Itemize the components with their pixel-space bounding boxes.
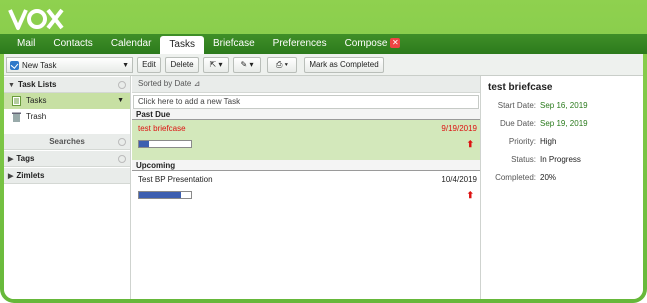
progress-bar [138,191,192,199]
main-nav: Mail Contacts Calendar Tasks Briefcase P… [0,34,647,54]
collapse-icon[interactable]: ▼ [8,82,15,89]
close-icon[interactable]: ✕ [390,38,401,49]
priority-value: High [540,137,557,146]
checkbox-icon [10,60,19,70]
tab-preferences[interactable]: Preferences [264,34,336,54]
detail-title: test briefcase [488,82,553,93]
new-task-label: New Task [22,60,57,70]
task-row-upcoming[interactable]: Test BP Presentation 10/4/2019 ⬆ [132,171,480,211]
tags-header[interactable]: ▶ Tags [4,150,130,167]
status-label: Status: [511,155,536,164]
new-task-button[interactable]: New Task ▼ [6,57,133,73]
task-lists-label: Task Lists [17,80,57,89]
gear-icon[interactable] [118,155,126,163]
expand-icon[interactable]: ▶ [8,156,13,163]
delete-button[interactable]: Delete [165,57,199,73]
zimlets-header[interactable]: ▶ Zimlets [4,167,130,184]
detail-start: Start Date: Sep 16, 2019 [488,97,637,115]
print-button[interactable]: ⎙ ▾ [267,57,297,73]
chevron-down-icon[interactable]: ▼ [122,62,129,69]
gear-icon[interactable] [118,138,126,146]
high-priority-icon: ⬆ [466,190,474,200]
task-list: Sorted by Date ⊿ Click here to add a new… [132,76,481,299]
sidebar-item-label: Trash [26,112,47,121]
zimlets-label: Zimlets [16,171,45,180]
detail-due: Due Date: Sep 19, 2019 [488,115,637,133]
task-name: Test BP Presentation [138,175,213,184]
move-button[interactable]: ⇱ ▾ [203,57,229,73]
chevron-down-icon: ▾ [284,60,288,69]
tags-label: Tags [16,154,35,163]
edit-button[interactable]: Edit [137,57,161,73]
tag-button[interactable]: ✎ ▾ [233,57,261,73]
add-task-input[interactable]: Click here to add a new Task [133,95,479,109]
chevron-down-icon: ▾ [249,60,254,69]
print-icon: ⎙ [275,60,283,69]
chevron-down-icon[interactable]: ▼ [117,93,124,109]
mark-completed-button[interactable]: Mark as Completed [304,57,384,73]
status-value: In Progress [540,155,581,164]
tab-mail[interactable]: Mail [8,34,44,54]
gear-icon[interactable] [118,81,126,89]
sort-ascending-icon: ⊿ [193,79,201,88]
detail-status: Status: In Progress [488,151,637,169]
tag-icon: ✎ [240,60,248,69]
sidebar-item-label: Tasks [26,96,47,105]
logo-mark [8,8,64,30]
sort-label: Sorted by Date [138,79,192,88]
vox-logo [8,3,64,35]
searches-header[interactable]: Searches [4,133,130,150]
detail-priority: Priority: High [488,133,637,151]
app-frame: Mail Contacts Calendar Tasks Briefcase P… [0,0,647,303]
sidebar-item-trash[interactable]: Trash [4,109,130,125]
tab-calendar[interactable]: Calendar [102,34,161,54]
due-date-label: Due Date: [499,119,536,128]
chevron-down-icon: ▾ [218,60,223,69]
high-priority-icon: ⬆ [466,139,474,149]
start-date-value[interactable]: Sep 16, 2019 [540,97,588,115]
task-date: 9/19/2019 [441,124,477,133]
task-detail-pane: test briefcase Start Date: Sep 16, 2019 D… [482,76,643,299]
progress-fill [139,192,181,198]
app-content: New Task ▼ Edit Delete ⇱ ▾ ✎ ▾ ⎙ ▾ Mark … [4,54,643,299]
tab-compose-label: Compose [344,38,388,49]
task-lists-header[interactable]: ▼ Task Lists [4,76,130,93]
sort-header[interactable]: Sorted by Date ⊿ [132,76,480,93]
task-date: 10/4/2019 [441,175,477,184]
progress-fill [139,141,150,147]
expand-icon[interactable]: ▶ [8,173,13,180]
group-past-due: Past Due [132,109,480,120]
priority-label: Priority: [508,137,536,146]
completed-value: 20% [540,173,557,182]
searches-label: Searches [49,137,85,146]
start-date-label: Start Date: [497,101,536,110]
task-list-icon [12,96,21,106]
task-name: test briefcase [138,124,186,133]
due-date-value[interactable]: Sep 19, 2019 [540,115,588,133]
sidebar: ▼ Task Lists Tasks ▼ Trash Searches ▶ Tags… [4,76,131,299]
toolbar: New Task ▼ Edit Delete ⇱ ▾ ✎ ▾ ⎙ ▾ Mark … [4,54,643,76]
progress-bar [138,140,192,148]
tab-tasks[interactable]: Tasks [160,36,204,54]
move-icon: ⇱ [209,60,217,69]
group-upcoming: Upcoming [132,160,480,171]
tab-compose[interactable]: Compose ✕ [336,34,410,54]
trash-icon [12,112,21,122]
sidebar-item-tasks[interactable]: Tasks ▼ [4,93,130,109]
tab-contacts[interactable]: Contacts [44,34,101,54]
tab-briefcase[interactable]: Briefcase [204,34,264,54]
detail-completed: Completed: 20% [488,169,637,187]
task-row-past-due[interactable]: test briefcase 9/19/2019 ⬆ [132,120,480,160]
completed-label: Completed: [495,173,536,182]
